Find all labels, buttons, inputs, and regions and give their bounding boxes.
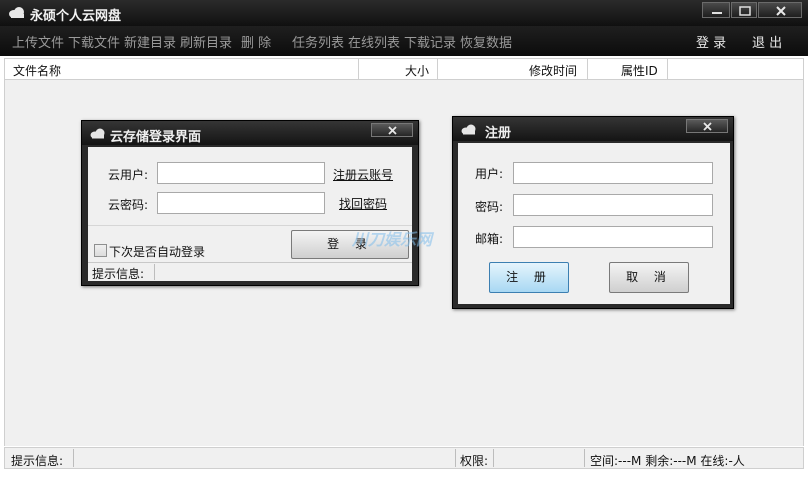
watermark-logo: 川刀娱乐网 [352,230,433,249]
cloud-password-label: 云密码: [108,198,149,212]
column-attribute-id[interactable]: 属性ID [621,62,658,79]
close-button[interactable] [758,2,802,18]
auto-login-label[interactable]: 下次是否自动登录 [109,243,205,260]
register-user-label: 用户: [475,167,504,181]
register-dialog-body: 用户: 密码: 邮箱: 注 册 取 消 [458,143,730,304]
menu-download-log[interactable]: 下载记录 [404,32,456,51]
recover-password-link[interactable]: 找回密码 [339,195,387,212]
menu-new-folder[interactable]: 新建目录 [124,32,176,51]
login-hint-bar: 提示信息: [88,262,412,281]
menu-task-list[interactable]: 任务列表 [292,32,344,51]
cloud-icon [9,7,24,18]
column-divider[interactable] [437,59,438,79]
maximize-icon [739,6,751,16]
register-account-link[interactable]: 注册云账号 [333,166,393,183]
cloud-user-label: 云用户: [108,168,149,182]
register-dialog: 注册 用户: 密码: 邮箱: 注 册 取 消 [452,116,734,309]
login-dialog-close-button[interactable] [371,123,413,137]
close-icon [388,126,397,135]
column-size[interactable]: 大小 [405,62,429,79]
login-dialog-body: 云用户: 注册云账号 云密码: 找回密码 下次是否自动登录 登 录 提示信息: [88,147,412,281]
register-password-label: 密码: [475,200,504,214]
status-hint-label: 提示信息: [11,454,64,468]
register-user-input[interactable] [513,162,713,184]
toolbar: 上传文件 下载文件 新建目录 刷新目录 删 除 任务列表 在线列表 下载记录 恢… [0,26,808,56]
column-file-name[interactable]: 文件名称 [13,62,61,79]
register-password-input[interactable] [513,194,713,216]
hint-divider [154,264,155,280]
menu-download-file[interactable]: 下载文件 [68,32,120,51]
register-dialog-close-button[interactable] [686,119,728,133]
maximize-button[interactable] [731,2,757,18]
minimize-button[interactable] [702,2,730,18]
status-divider [73,449,74,467]
status-bar: 提示信息: 权限: 空间:---M 剩余:---M 在线:-人 [4,447,804,469]
cloud-icon [461,124,476,135]
window-titlebar: 永硕个人云网盘 [0,0,808,26]
column-divider[interactable] [358,59,359,79]
cloud-user-input[interactable] [157,162,325,184]
column-divider[interactable] [667,59,668,79]
status-permission-label: 权限: [460,454,489,468]
register-dialog-titlebar[interactable]: 注册 [453,117,733,141]
register-button[interactable]: 注 册 [489,262,569,293]
login-hint-label: 提示信息: [92,267,145,281]
status-divider [493,449,494,467]
cancel-button[interactable]: 取 消 [609,262,689,293]
register-dialog-title: 注册 [485,126,512,141]
close-icon [776,6,786,16]
window-title: 永硕个人云网盘 [30,9,122,24]
cloud-icon [90,128,105,139]
cloud-password-input[interactable] [157,192,325,214]
login-dialog-titlebar[interactable]: 云存储登录界面 [82,121,418,145]
status-divider [584,449,585,467]
file-list-header: 文件名称 大小 修改时间 属性ID [4,58,804,80]
status-divider [455,449,456,467]
menu-online-list[interactable]: 在线列表 [348,32,400,51]
menu-restore-data[interactable]: 恢复数据 [460,32,512,51]
close-icon [703,122,712,131]
login-dialog-title: 云存储登录界面 [110,130,202,145]
menu-upload-file[interactable]: 上传文件 [12,32,64,51]
register-email-input[interactable] [513,226,713,248]
menu-login[interactable]: 登 录 [696,32,726,51]
status-space-info: 空间:---M 剩余:---M 在线:-人 [590,454,745,468]
menu-delete[interactable]: 删 除 [241,32,271,51]
register-email-label: 邮箱: [475,232,504,246]
minimize-icon [712,12,722,14]
menu-refresh-folder[interactable]: 刷新目录 [180,32,232,51]
auto-login-checkbox[interactable] [94,244,107,257]
column-modified-time[interactable]: 修改时间 [529,62,577,79]
menu-logout[interactable]: 退 出 [752,32,782,51]
login-dialog: 云存储登录界面 云用户: 注册云账号 云密码: 找回密码 下次是否自动登录 登 … [81,120,419,286]
column-divider[interactable] [587,59,588,79]
